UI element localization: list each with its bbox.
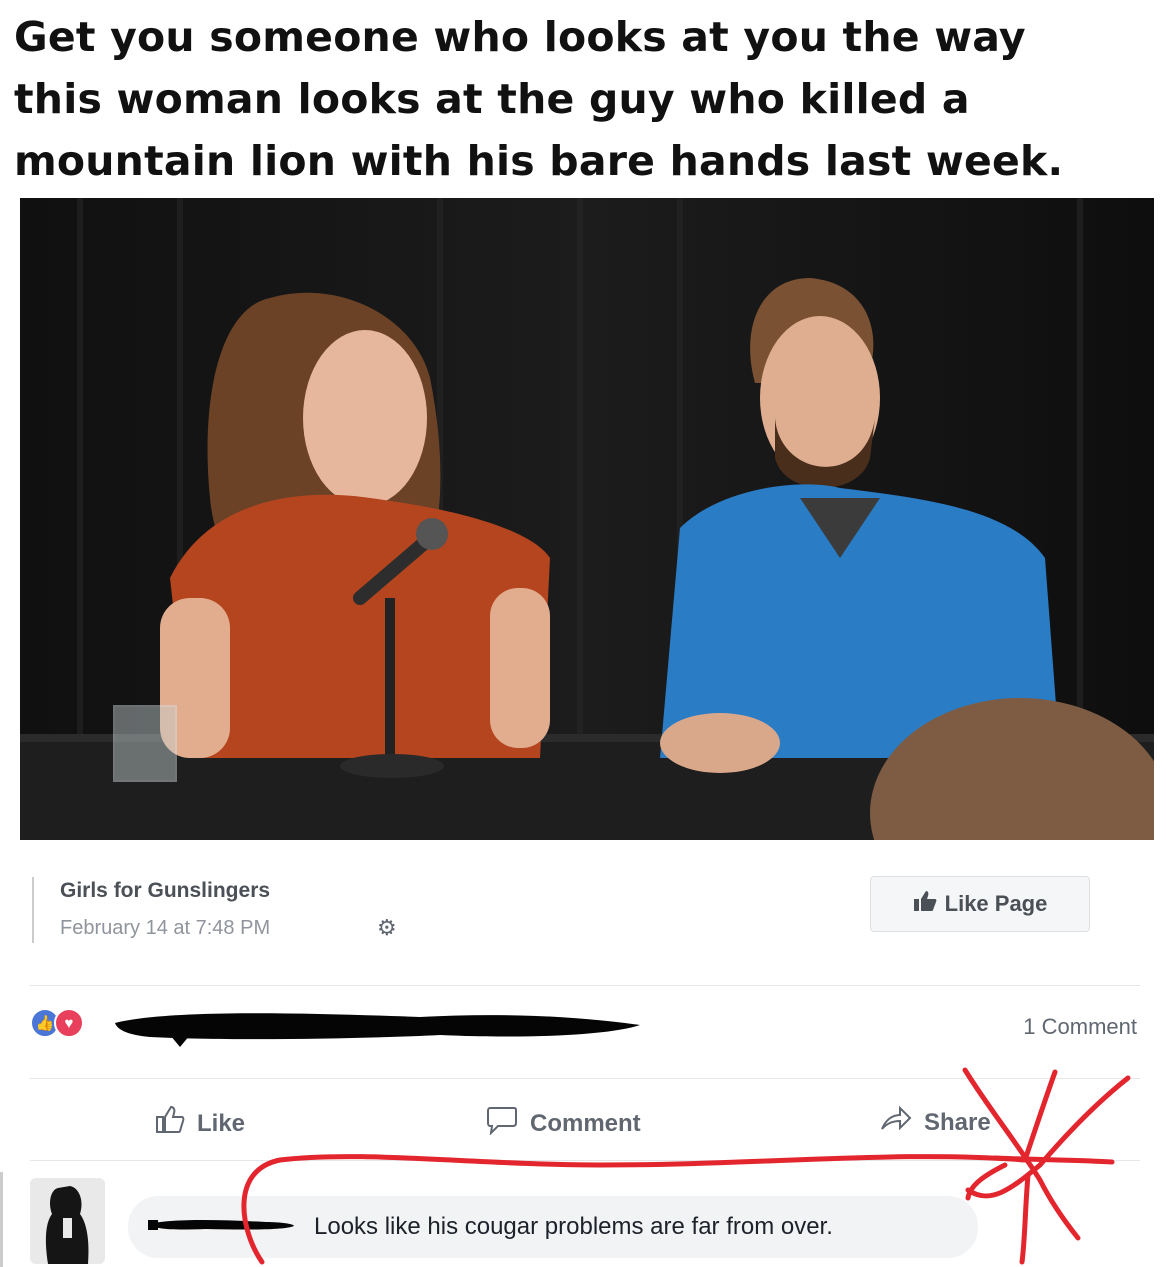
- redacted-reactor-names: [115, 1013, 640, 1047]
- comment-button[interactable]: Comment: [486, 1105, 641, 1142]
- divider: [30, 985, 1140, 986]
- meta-divider: [32, 877, 34, 943]
- woman-face: [303, 330, 427, 506]
- press-conference-image: [20, 198, 1154, 840]
- comment-thread-rule: [0, 1172, 3, 1267]
- post-timestamp[interactable]: February 14 at 7:48 PM: [60, 917, 270, 940]
- comment-text: Looks like his cougar problems are far f…: [314, 1213, 833, 1240]
- share-label: Share: [924, 1108, 991, 1136]
- page-name-link[interactable]: Girls for Gunslingers: [60, 879, 270, 903]
- avatar[interactable]: [30, 1178, 105, 1264]
- caption-line-2: this woman looks at the guy who killed a: [14, 75, 970, 123]
- post-action-bar: Like Comment Share: [30, 1095, 1140, 1151]
- comment-count-link[interactable]: 1 Comment: [1023, 1014, 1137, 1040]
- comment-item: Looks like his cougar problems are far f…: [0, 1172, 1169, 1267]
- comment-label: Comment: [530, 1109, 641, 1137]
- divider: [30, 1160, 1140, 1161]
- share-button[interactable]: Share: [880, 1105, 991, 1140]
- thumbs-up-icon: [913, 890, 937, 918]
- reaction-icons[interactable]: 👍 ♥: [30, 1008, 84, 1038]
- like-button[interactable]: Like: [155, 1105, 245, 1142]
- meme-caption: Get you someone who looks at you the way…: [14, 6, 1164, 192]
- like-label: Like: [197, 1109, 246, 1137]
- caption-line-3: mountain lion with his bare hands last w…: [14, 137, 1064, 185]
- divider: [30, 1078, 1140, 1079]
- redacted-commenter-name[interactable]: [146, 1212, 296, 1236]
- share-arrow-icon: [880, 1105, 912, 1140]
- like-page-button[interactable]: Like Page: [870, 876, 1090, 932]
- like-page-label: Like Page: [944, 891, 1048, 916]
- comment-bubble: Looks like his cougar problems are far f…: [128, 1196, 978, 1258]
- love-reaction-icon: ♥: [54, 1008, 84, 1038]
- speech-bubble-icon: [486, 1105, 518, 1142]
- caption-line-1: Get you someone who looks at you the way: [14, 13, 1026, 61]
- gear-icon[interactable]: ⚙: [377, 915, 397, 941]
- post-photo[interactable]: [20, 198, 1154, 840]
- thumbs-up-outline-icon: [155, 1105, 185, 1142]
